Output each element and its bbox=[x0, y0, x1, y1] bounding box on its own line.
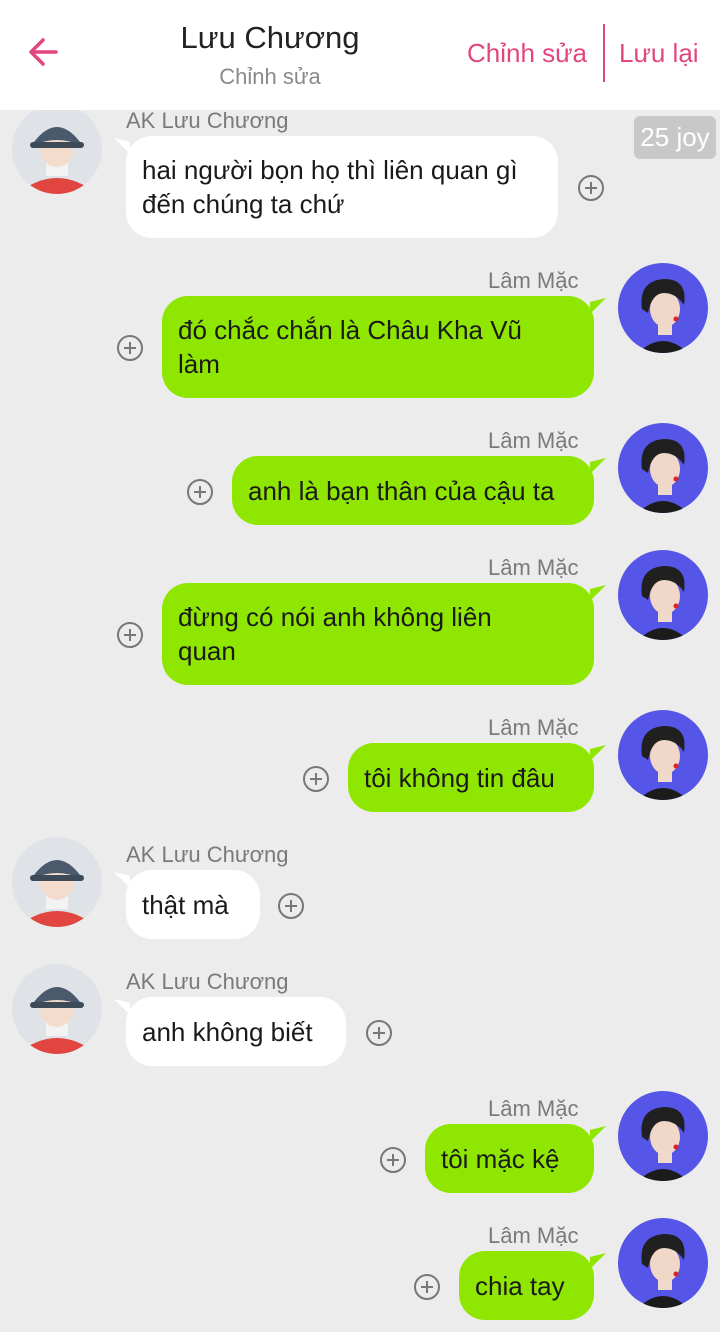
sender-name: Lâm Mặc bbox=[488, 715, 579, 740]
sender-name: Lâm Mặc bbox=[488, 1096, 579, 1121]
sender-name: AK Lưu Chương bbox=[126, 108, 289, 133]
avatar[interactable] bbox=[618, 1218, 708, 1308]
sender-name: Lâm Mặc bbox=[488, 428, 579, 453]
message-text: làm bbox=[178, 349, 220, 379]
joy-badge: 25 joy bbox=[634, 116, 716, 159]
sender-name: Lâm Mặc bbox=[488, 555, 579, 580]
message-bubble[interactable]: tôi không tin đâu bbox=[348, 743, 594, 812]
header-divider bbox=[603, 24, 605, 82]
bubble-tail bbox=[590, 1126, 606, 1142]
message-bubble[interactable]: anh không biết bbox=[126, 997, 346, 1066]
message-text: đến chúng ta chứ bbox=[142, 189, 345, 219]
add-reaction-button[interactable] bbox=[186, 478, 214, 506]
sender-name: Lâm Mặc bbox=[488, 268, 579, 293]
message-bubble[interactable]: đó chắc chắn là Châu Kha Vũ làm bbox=[162, 296, 594, 398]
bubble-tail bbox=[590, 298, 606, 314]
message-text: tôi mặc kệ bbox=[441, 1143, 560, 1174]
avatar[interactable] bbox=[618, 710, 708, 800]
plus-circle-icon bbox=[187, 479, 213, 505]
avatar[interactable] bbox=[12, 104, 102, 194]
save-button[interactable]: Lưu lại bbox=[619, 38, 699, 69]
plus-circle-icon bbox=[117, 622, 143, 648]
plus-circle-icon bbox=[414, 1274, 440, 1300]
add-reaction-button[interactable] bbox=[577, 174, 605, 202]
message-text: anh là bạn thân của cậu ta bbox=[248, 475, 555, 506]
add-reaction-button[interactable] bbox=[413, 1273, 441, 1301]
avatar[interactable] bbox=[618, 550, 708, 640]
sender-name: Lâm Mặc bbox=[488, 1223, 579, 1248]
back-button[interactable] bbox=[22, 30, 66, 74]
message-text: đừng có nói anh không liên bbox=[178, 602, 492, 632]
bubble-tail bbox=[590, 458, 606, 474]
bubble-tail bbox=[590, 1253, 606, 1269]
avatar[interactable] bbox=[618, 1091, 708, 1181]
message-text: tôi không tin đâu bbox=[364, 762, 555, 793]
plus-circle-icon bbox=[303, 766, 329, 792]
bubble-tail bbox=[590, 585, 606, 601]
message-bubble[interactable]: tôi mặc kệ bbox=[425, 1124, 594, 1193]
sender-name: AK Lưu Chương bbox=[126, 969, 289, 994]
message-text: đó chắc chắn là Châu Kha Vũ bbox=[178, 315, 523, 345]
plus-circle-icon bbox=[117, 335, 143, 361]
avatar[interactable] bbox=[12, 837, 102, 927]
message-text: chia tay bbox=[475, 1270, 565, 1301]
edit-button[interactable]: Chỉnh sửa bbox=[467, 38, 587, 69]
add-reaction-button[interactable] bbox=[116, 621, 144, 649]
add-reaction-button[interactable] bbox=[277, 892, 305, 920]
message-text: thật mà bbox=[142, 889, 229, 920]
avatar[interactable] bbox=[12, 964, 102, 1054]
message-text: hai người bọn họ thì liên quan gì bbox=[142, 155, 518, 185]
chat-title: Lưu Chương bbox=[180, 20, 360, 55]
plus-circle-icon bbox=[380, 1147, 406, 1173]
chat-header: Lưu Chương Chỉnh sửa Chỉnh sửa Lưu lại bbox=[0, 0, 720, 110]
add-reaction-button[interactable] bbox=[379, 1146, 407, 1174]
message-bubble[interactable]: thật mà bbox=[126, 870, 260, 939]
add-reaction-button[interactable] bbox=[302, 765, 330, 793]
message-text: quan bbox=[178, 636, 236, 666]
avatar[interactable] bbox=[618, 423, 708, 513]
chat-subtitle: Chỉnh sửa bbox=[219, 64, 321, 89]
message-bubble[interactable]: anh là bạn thân của cậu ta bbox=[232, 456, 594, 525]
message-bubble[interactable]: chia tay bbox=[459, 1251, 594, 1320]
message-text: anh không biết bbox=[142, 1016, 313, 1047]
sender-name: AK Lưu Chương bbox=[126, 842, 289, 867]
arrow-left-icon bbox=[29, 38, 58, 66]
avatar[interactable] bbox=[618, 263, 708, 353]
plus-circle-icon bbox=[278, 893, 304, 919]
plus-circle-icon bbox=[578, 175, 604, 201]
plus-circle-icon bbox=[366, 1020, 392, 1046]
message-bubble[interactable]: hai người bọn họ thì liên quan gì đến chú… bbox=[126, 136, 558, 238]
bubble-tail bbox=[590, 745, 606, 761]
message-bubble[interactable]: đừng có nói anh không liên quan bbox=[162, 583, 594, 685]
add-reaction-button[interactable] bbox=[116, 334, 144, 362]
add-reaction-button[interactable] bbox=[365, 1019, 393, 1047]
